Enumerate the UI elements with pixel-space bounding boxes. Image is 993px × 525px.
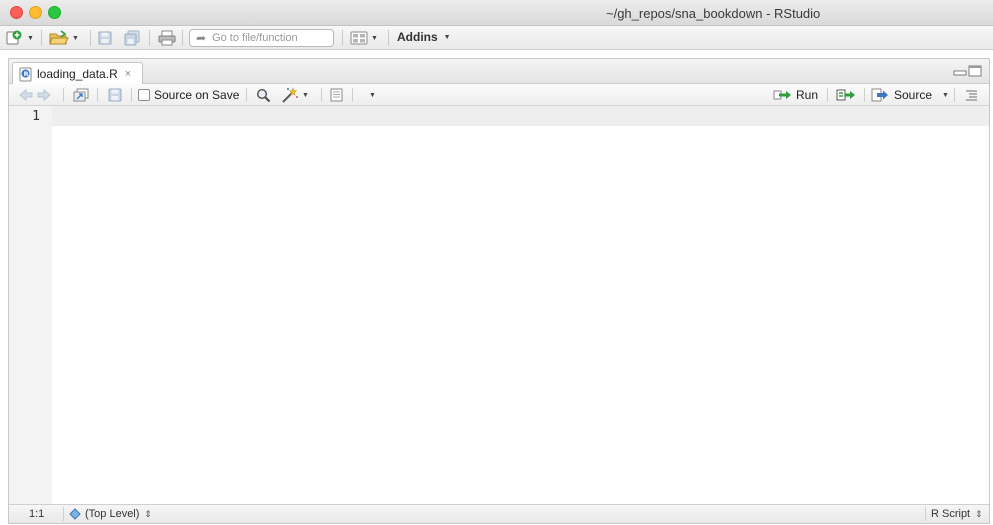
active-line-highlight — [52, 106, 989, 126]
source-options-menu[interactable]: ▼ — [939, 86, 949, 104]
source-button[interactable]: Source — [871, 86, 932, 104]
scope-label: (Top Level) — [85, 508, 140, 520]
save-button[interactable] — [97, 29, 113, 47]
line-number: 1 — [32, 109, 40, 124]
show-in-new-window-button[interactable] — [73, 86, 89, 104]
code-editor[interactable]: 1 — [9, 106, 989, 505]
print-button[interactable] — [158, 29, 176, 47]
main-toolbar: ▼ ▼ ➦ Go to file/function ▼ Addins ▼ — [0, 26, 993, 50]
source-on-save-checkbox[interactable]: Source on Save — [138, 86, 239, 104]
addins-menu[interactable]: Addins ▼ — [397, 30, 451, 44]
addins-label: Addins — [397, 30, 438, 44]
updown-caret-icon: ⇕ — [975, 508, 983, 519]
rerun-button[interactable] — [836, 86, 856, 104]
save-all-button[interactable] — [123, 29, 141, 47]
scope-selector[interactable]: (Top Level) ⇕ — [69, 508, 152, 520]
save-all-icon — [124, 30, 140, 46]
maximize-pane-icon[interactable] — [968, 65, 982, 77]
editor-save-button[interactable] — [108, 86, 122, 104]
chevron-down-icon: ▼ — [371, 34, 378, 42]
cursor-position: 1:1 — [29, 508, 45, 520]
arrow-left-icon — [19, 89, 33, 101]
workspace-panes-icon — [350, 31, 368, 45]
chevron-down-icon: ▼ — [369, 91, 376, 99]
run-button[interactable]: Run — [773, 86, 818, 104]
back-button[interactable] — [19, 86, 33, 104]
find-replace-button[interactable] — [256, 86, 271, 104]
r-file-icon: R — [19, 67, 32, 81]
scope-diamond-icon — [69, 508, 81, 520]
checkbox-box[interactable] — [138, 89, 150, 101]
new-file-button[interactable]: ▼ — [6, 29, 34, 47]
chevron-down-icon: ▼ — [302, 91, 309, 99]
chevron-down-icon: ▼ — [72, 34, 79, 42]
minimize-window-button[interactable] — [29, 6, 42, 19]
more-options-menu[interactable]: ▼ — [366, 86, 376, 104]
run-label: Run — [796, 88, 819, 102]
workspace-panes-button[interactable]: ▼ — [350, 29, 378, 47]
save-icon — [108, 88, 122, 102]
notebook-icon — [330, 88, 343, 102]
magic-wand-icon — [282, 87, 298, 103]
tab-loading-data[interactable]: R loading_data.R × — [12, 62, 143, 85]
new-window-icon — [73, 88, 89, 102]
title-bar: ~/gh_repos/sna_bookdown - RStudio — [0, 0, 993, 26]
run-arrow-icon — [773, 90, 791, 100]
compile-report-button[interactable] — [329, 86, 344, 104]
window-title: ~/gh_repos/sna_bookdown - RStudio — [606, 6, 821, 21]
editor-status-bar: 1:1 (Top Level) ⇕ R Script ⇕ — [9, 504, 989, 523]
source-label: Source — [894, 88, 933, 102]
line-number-gutter: 1 — [9, 106, 52, 505]
open-folder-icon — [49, 30, 69, 45]
updown-caret-icon: ⇕ — [144, 508, 152, 519]
minimize-pane-icon[interactable] — [953, 65, 967, 77]
svg-text:R: R — [24, 70, 29, 78]
code-tools-button[interactable]: ▼ — [281, 86, 309, 104]
source-on-save-label: Source on Save — [154, 88, 240, 102]
outline-icon — [966, 90, 977, 101]
chevron-down-icon: ▼ — [942, 91, 949, 99]
print-icon — [158, 30, 176, 46]
search-icon — [256, 88, 271, 102]
tab-close-icon[interactable]: × — [125, 68, 131, 80]
forward-button[interactable] — [37, 86, 51, 104]
source-editor-pane: R loading_data.R × Source on Save ▼ ▼ Ru… — [8, 58, 990, 524]
close-window-button[interactable] — [10, 6, 23, 19]
document-outline-button[interactable] — [965, 86, 978, 104]
goto-file-function-input[interactable]: ➦ Go to file/function — [189, 29, 334, 47]
editor-toolbar: Source on Save ▼ ▼ Run Source ▼ — [9, 84, 989, 106]
source-icon — [871, 88, 888, 102]
arrow-right-icon — [37, 89, 51, 101]
chevron-down-icon: ▼ — [27, 34, 34, 42]
rerun-icon — [836, 89, 855, 101]
new-file-icon — [6, 30, 22, 45]
file-type-selector[interactable]: R Script ⇕ — [931, 508, 983, 520]
save-icon — [98, 31, 112, 45]
editor-tab-strip: R loading_data.R × — [9, 59, 989, 85]
zoom-window-button[interactable] — [48, 6, 61, 19]
file-type-label: R Script — [931, 508, 971, 520]
tab-filename: loading_data.R — [37, 67, 118, 81]
goto-arrow-icon: ➦ — [196, 31, 207, 45]
open-file-button[interactable]: ▼ — [49, 29, 79, 47]
chevron-down-icon: ▼ — [443, 33, 451, 41]
goto-placeholder: Go to file/function — [212, 32, 298, 44]
